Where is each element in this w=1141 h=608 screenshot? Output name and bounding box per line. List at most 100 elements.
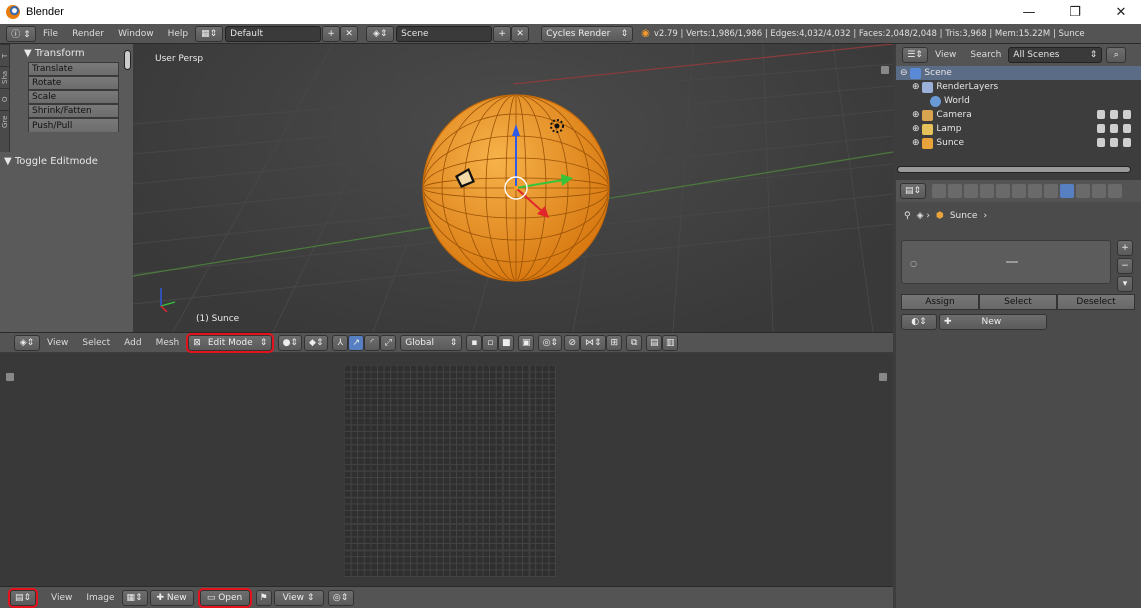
editor-type-info-button[interactable]: ⓘ ⇕ <box>6 25 36 42</box>
scene-selector-icon[interactable]: ◈⇕ <box>366 25 395 42</box>
vertex-select-icon[interactable]: ▪ <box>466 334 483 351</box>
uv-grid[interactable] <box>344 365 556 577</box>
outliner-display-mode-dropdown[interactable]: All Scenes ⇕ <box>1008 47 1103 63</box>
maximize-button[interactable]: ❐ <box>1058 0 1092 24</box>
visibility-toggles[interactable] <box>1097 124 1131 133</box>
visibility-toggles[interactable] <box>1097 138 1131 147</box>
assign-button[interactable]: Assign <box>901 294 979 310</box>
pin-image-icon[interactable]: ⚑ <box>255 589 272 606</box>
remove-slot-button[interactable]: − <box>1117 258 1133 274</box>
snap-toggle-icon[interactable]: ⊘ <box>564 334 581 351</box>
add-layout-button[interactable]: + <box>322 25 341 42</box>
menu-mesh[interactable]: Mesh <box>149 338 187 348</box>
material-tab-icon[interactable] <box>1060 184 1074 198</box>
cursor-icon[interactable] <box>1110 124 1118 133</box>
outliner-item-renderlayers[interactable]: ⊕ RenderLayers <box>896 80 1141 94</box>
shrink-fatten-button[interactable]: Shrink/Fatten <box>28 104 119 118</box>
pin-icon[interactable]: ⚲ <box>904 211 911 221</box>
rotate-manipulator-icon[interactable]: ◜ <box>364 334 381 351</box>
close-button[interactable]: ✕ <box>1104 0 1138 24</box>
eye-icon[interactable] <box>1097 110 1105 119</box>
particles-tab-icon[interactable] <box>1092 184 1106 198</box>
eye-icon[interactable] <box>1097 124 1105 133</box>
constraints-tab-icon[interactable] <box>1012 184 1026 198</box>
render-icon[interactable] <box>1123 110 1131 119</box>
visibility-toggles[interactable] <box>1097 110 1131 119</box>
outliner-search-icon[interactable]: ⌕ <box>1106 47 1127 63</box>
eye-icon[interactable] <box>1097 138 1105 147</box>
rotate-button[interactable]: Rotate <box>28 76 119 90</box>
opengl-animation-icon[interactable]: ▥ <box>662 334 679 351</box>
tab-options[interactable]: O <box>0 88 10 110</box>
scene-tab-icon[interactable] <box>964 184 978 198</box>
render-layers-tab-icon[interactable] <box>948 184 962 198</box>
add-slot-button[interactable]: + <box>1117 240 1133 256</box>
push-pull-button[interactable]: Push/Pull <box>28 118 119 132</box>
image-browse-dropdown[interactable]: ▦⇕ <box>121 589 148 606</box>
uv-editor-corner-handle-right-icon[interactable] <box>879 373 887 381</box>
opengl-render-icon[interactable]: ▤ <box>646 334 663 351</box>
render-tab-icon[interactable] <box>932 184 946 198</box>
outliner-item-camera[interactable]: ⊕ Camera <box>896 108 1141 122</box>
tab-grease-pencil[interactable]: Gre <box>0 110 10 132</box>
modifiers-tab-icon[interactable] <box>1028 184 1042 198</box>
translate-button[interactable]: Translate <box>28 62 119 76</box>
material-slot-list[interactable]: ○ <box>901 240 1111 284</box>
select-button[interactable]: Select <box>979 294 1057 310</box>
outliner-item-world[interactable]: World <box>896 94 1141 108</box>
menu-help[interactable]: Help <box>161 29 196 39</box>
view-mode-dropdown[interactable]: View ⇕ <box>273 589 324 606</box>
interaction-mode-dropdown[interactable]: ⊠ Edit Mode ⇕ <box>186 332 275 353</box>
open-image-button[interactable]: ▭ Open <box>197 587 252 608</box>
data-tab-icon[interactable] <box>1044 184 1058 198</box>
translate-manipulator-icon[interactable]: ↗ <box>348 334 365 351</box>
transform-panel-header[interactable]: ▼ Transform <box>10 44 133 62</box>
layout-name-field[interactable]: Default <box>225 25 322 42</box>
editor-type-3d-view-button[interactable]: ◈⇕ <box>14 334 40 351</box>
minimize-button[interactable]: — <box>1012 0 1046 24</box>
uv-menu-image[interactable]: Image <box>79 593 121 603</box>
face-select-icon[interactable]: ■ <box>498 334 515 351</box>
menu-select[interactable]: Select <box>75 338 117 348</box>
material-browse-dropdown[interactable]: ◐⇕ <box>901 314 937 330</box>
viewport-corner-handle-icon[interactable] <box>881 66 889 74</box>
deselect-button[interactable]: Deselect <box>1057 294 1135 310</box>
cursor-icon[interactable] <box>1110 110 1118 119</box>
render-icon[interactable] <box>1123 124 1131 133</box>
manipulator-toggle-icon[interactable]: ⅄ <box>332 334 349 351</box>
outliner-horizontal-scrollbar[interactable] <box>897 166 1131 173</box>
outliner-item-lamp[interactable]: ⊕ Lamp <box>896 122 1141 136</box>
cursor-icon[interactable] <box>1110 138 1118 147</box>
menu-view[interactable]: View <box>40 338 75 348</box>
snap-target-icon[interactable]: ⊞ <box>606 334 623 351</box>
tool-shelf-scrollbar[interactable] <box>124 50 131 70</box>
viewport-shading-dropdown[interactable]: ●⇕ <box>278 334 303 351</box>
tab-shading[interactable]: Sha <box>0 66 10 88</box>
render-engine-dropdown[interactable]: Cycles Render ⇕ <box>541 25 634 42</box>
remove-scene-button[interactable]: ✕ <box>511 25 530 42</box>
editor-type-uv-button[interactable]: ▤⇕ <box>8 587 38 608</box>
object-tab-icon[interactable] <box>996 184 1010 198</box>
uv-menu-view[interactable]: View <box>44 593 79 603</box>
render-preview-icon[interactable]: ⧉ <box>626 334 643 351</box>
outliner-menu-search[interactable]: Search <box>963 50 1008 60</box>
editor-type-properties-button[interactable]: ▤⇕ <box>900 183 926 199</box>
remove-layout-button[interactable]: ✕ <box>340 25 359 42</box>
outliner-item-scene[interactable]: ⊖ Scene <box>896 66 1141 80</box>
pivot-dropdown[interactable]: ◎⇕ <box>327 589 354 606</box>
limit-selection-icon[interactable]: ▣ <box>518 334 535 351</box>
uv-editor-corner-handle-icon[interactable] <box>6 373 14 381</box>
texture-tab-icon[interactable] <box>1076 184 1090 198</box>
scale-manipulator-icon[interactable]: ⤢ <box>380 334 397 351</box>
layout-selector-icon[interactable]: ▦⇕ <box>195 25 224 42</box>
3d-viewport[interactable]: User Persp (1) Sunce <box>133 44 893 332</box>
list-resize-handle[interactable] <box>1006 261 1018 263</box>
slot-specials-dropdown[interactable]: ▾ <box>1117 276 1133 292</box>
uv-image-editor[interactable] <box>0 353 893 586</box>
pivot-point-dropdown[interactable]: ◆⇕ <box>304 334 329 351</box>
physics-tab-icon[interactable] <box>1108 184 1122 198</box>
render-icon[interactable] <box>1123 138 1131 147</box>
new-material-button[interactable]: ✚ New <box>939 314 1047 330</box>
outliner-menu-view[interactable]: View <box>928 50 963 60</box>
toggle-editmode-header[interactable]: ▼ Toggle Editmode <box>0 152 133 170</box>
